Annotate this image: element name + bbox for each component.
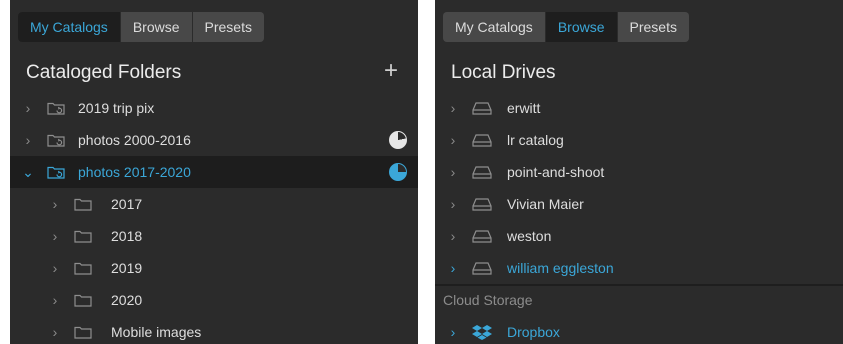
section-title: Local Drives (451, 62, 556, 83)
subfolder-label: 2017 (111, 196, 143, 212)
folder-label: 2019 trip pix (78, 100, 155, 116)
tab-bar: My Catalogs Browse Presets (18, 12, 264, 42)
chevron-right-icon[interactable]: › (49, 324, 61, 340)
section-divider (435, 284, 843, 286)
subfolder-row[interactable]: › 2018 (10, 220, 418, 252)
drive-label: lr catalog (507, 132, 564, 148)
section-title: Cataloged Folders (26, 62, 182, 83)
chevron-right-icon[interactable]: › (447, 164, 459, 180)
subfolder-label: 2020 (111, 292, 143, 308)
catalogs-panel: My Catalogs Browse Presets Cataloged Fol… (10, 0, 418, 344)
drive-icon (471, 165, 493, 179)
folder-label: photos 2000-2016 (78, 132, 191, 148)
chevron-right-icon[interactable]: › (447, 260, 459, 276)
folder-icon (73, 293, 93, 307)
chevron-right-icon[interactable]: › (447, 324, 459, 340)
folder-icon (73, 261, 93, 275)
drive-row-highlighted[interactable]: › william eggleston (435, 252, 843, 284)
browse-panel: My Catalogs Browse Presets Local Drives … (435, 0, 843, 344)
cloud-row[interactable]: › Dropbox (435, 316, 843, 344)
linked-folder-icon (46, 165, 66, 179)
chevron-down-icon[interactable]: ⌄ (22, 164, 34, 181)
drive-label: point-and-shoot (507, 164, 605, 180)
tab-browse[interactable]: Browse (120, 12, 193, 42)
subfolder-label: 2019 (111, 260, 143, 276)
tab-presets[interactable]: Presets (192, 12, 264, 42)
drive-row[interactable]: › weston (435, 220, 843, 252)
chevron-right-icon[interactable]: › (447, 228, 459, 244)
subfolder-row[interactable]: › Mobile images (10, 316, 418, 344)
chevron-right-icon[interactable]: › (447, 100, 459, 116)
subfolder-row[interactable]: › 2020 (10, 284, 418, 316)
drive-row[interactable]: › Vivian Maier (435, 188, 843, 220)
drive-icon (471, 133, 493, 147)
dropbox-icon (471, 324, 493, 340)
chevron-right-icon[interactable]: › (49, 260, 61, 276)
subfolder-row[interactable]: › 2017 (10, 188, 418, 220)
linked-folder-icon (46, 133, 66, 147)
folder-icon (73, 229, 93, 243)
cloud-label: Dropbox (507, 324, 560, 340)
tab-presets[interactable]: Presets (617, 12, 689, 42)
drive-label: william eggleston (507, 260, 614, 276)
chevron-right-icon[interactable]: › (447, 196, 459, 212)
folder-icon (73, 197, 93, 211)
drive-icon (471, 261, 493, 275)
chevron-right-icon[interactable]: › (22, 100, 34, 116)
chevron-right-icon[interactable]: › (22, 132, 34, 148)
drive-icon (471, 197, 493, 211)
chevron-right-icon[interactable]: › (49, 292, 61, 308)
chevron-right-icon[interactable]: › (447, 132, 459, 148)
subfolder-label: 2018 (111, 228, 143, 244)
drive-label: Vivian Maier (507, 196, 584, 212)
folder-label: photos 2017-2020 (78, 164, 191, 180)
sync-progress-icon (389, 163, 407, 181)
drive-row[interactable]: › lr catalog (435, 124, 843, 156)
cloud-storage-header: Cloud Storage (443, 292, 533, 308)
folder-row[interactable]: › 2019 trip pix (10, 92, 418, 124)
subfolder-row[interactable]: › 2019 (10, 252, 418, 284)
tab-browse[interactable]: Browse (545, 12, 618, 42)
folder-icon (73, 325, 93, 339)
folder-row[interactable]: › photos 2000-2016 (10, 124, 418, 156)
drive-label: weston (507, 228, 552, 244)
subfolder-label: Mobile images (111, 324, 202, 340)
chevron-right-icon[interactable]: › (49, 196, 61, 212)
add-folder-button[interactable]: + (382, 59, 400, 83)
drive-label: erwitt (507, 100, 541, 116)
tab-bar: My Catalogs Browse Presets (443, 12, 689, 42)
linked-folder-icon (46, 101, 66, 115)
drive-row[interactable]: › erwitt (435, 92, 843, 124)
drive-row[interactable]: › point-and-shoot (435, 156, 843, 188)
chevron-right-icon[interactable]: › (49, 228, 61, 244)
folder-row-selected[interactable]: ⌄ photos 2017-2020 (10, 156, 418, 188)
tab-my-catalogs[interactable]: My Catalogs (443, 12, 546, 42)
sync-progress-icon (389, 131, 407, 149)
tab-my-catalogs[interactable]: My Catalogs (18, 12, 121, 42)
drive-icon (471, 229, 493, 243)
drive-icon (471, 101, 493, 115)
